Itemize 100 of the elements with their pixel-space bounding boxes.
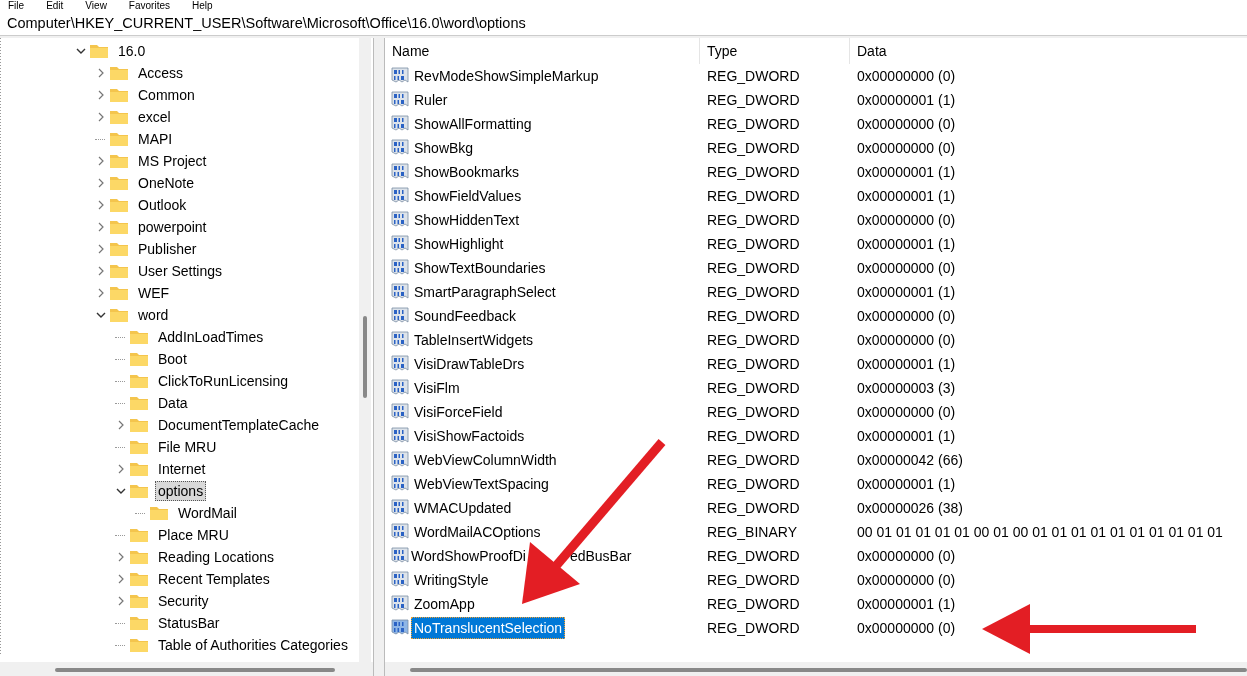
table-cell-text: 0x00000042 (66) (856, 452, 963, 468)
value-name[interactable]: VisiFlm (411, 377, 463, 399)
table-cell-text: 0x00000001 (1) (856, 236, 956, 252)
binary-value-icon (390, 162, 410, 182)
tree-item[interactable]: 16.0 (115, 41, 149, 61)
value-name[interactable]: VisiForceField (411, 401, 506, 423)
table-cell-text: REG_DWORD (706, 548, 801, 564)
folder-icon (109, 65, 129, 81)
value-name[interactable]: TableInsertWidgets (411, 329, 537, 351)
tree-item[interactable]: powerpoint (135, 217, 210, 237)
binary-value-icon (390, 546, 410, 566)
folder-icon (109, 285, 129, 301)
table-cell-text: 0x00000003 (3) (856, 380, 956, 396)
tree-item[interactable]: Common (135, 85, 198, 105)
folder-icon (109, 131, 129, 147)
folder-icon (109, 307, 129, 323)
value-name[interactable]: WordShowProofDi (411, 548, 526, 564)
value-name[interactable]: RevModeShowSimpleMarkup (411, 65, 602, 87)
tree-item[interactable]: MS Project (135, 151, 210, 171)
tree-item[interactable]: Reading Locations (155, 547, 277, 567)
binary-value-icon (390, 498, 410, 518)
value-name[interactable]: ShowHighlight (411, 233, 507, 255)
menu-item[interactable]: File (8, 0, 25, 11)
table-cell-text: 0x00000001 (1) (856, 476, 956, 492)
column-header[interactable]: Data (850, 38, 887, 64)
binary-value-icon (390, 234, 410, 254)
tree-item[interactable]: ClickToRunLicensing (155, 371, 291, 391)
tree-item[interactable]: Boot (155, 349, 190, 369)
tree-item[interactable]: Outlook (135, 195, 190, 215)
tree-item[interactable]: WordMail (175, 503, 240, 523)
table-cell-text: REG_DWORD (706, 476, 801, 492)
binary-value-icon (390, 330, 410, 350)
value-name[interactable]: VisiShowFactoids (411, 425, 528, 447)
tree-item[interactable]: Recent Templates (155, 569, 273, 589)
table-cell-text: 00 01 01 01 01 01 00 01 00 01 01 01 01 01 01 01 01 01 01 (856, 524, 1223, 540)
value-name[interactable]: ZoomApp (411, 593, 478, 615)
value-name[interactable]: WordMailACOptions (411, 521, 544, 543)
value-name[interactable]: ShowAllFormatting (411, 113, 535, 135)
table-cell-text: REG_DWORD (706, 188, 801, 204)
tree-item[interactable]: OneNote (135, 173, 198, 193)
table-cell-text: REG_DWORD (706, 332, 801, 348)
tree-item[interactable]: Publisher (135, 239, 200, 259)
table-cell-text: REG_DWORD (706, 212, 801, 228)
table-cell-text: REG_DWORD (706, 92, 801, 108)
folder-icon (89, 43, 109, 59)
value-name[interactable]: edBusBar (569, 548, 632, 564)
menu-item[interactable]: View (85, 0, 107, 11)
value-name[interactable]: ShowTextBoundaries (411, 257, 549, 279)
binary-value-icon (390, 378, 410, 398)
value-name[interactable]: ShowFieldValues (411, 185, 525, 207)
value-name[interactable]: ShowBkg (411, 137, 477, 159)
tree-item[interactable]: StatusBar (155, 613, 223, 633)
tree-item[interactable]: Internet (155, 459, 209, 479)
value-name[interactable]: WebViewColumnWidth (411, 449, 560, 471)
tree-item[interactable]: Data (155, 393, 191, 413)
binary-value-icon (390, 426, 410, 446)
tree-item[interactable]: WEF (135, 283, 173, 303)
scrollbar-thumb[interactable] (410, 668, 1247, 672)
column-header[interactable]: Name (385, 38, 700, 64)
folder-icon (109, 219, 129, 235)
value-name[interactable]: SmartParagraphSelect (411, 281, 559, 303)
folder-icon (109, 175, 129, 191)
tree-item[interactable]: User Settings (135, 261, 226, 281)
tree-item[interactable]: Place MRU (155, 525, 232, 545)
table-cell-text: 0x00000000 (0) (856, 548, 956, 564)
value-name[interactable]: WritingStyle (411, 569, 492, 591)
value-name[interactable]: ShowHiddenText (411, 209, 523, 231)
folder-icon (129, 395, 149, 411)
menu-item[interactable]: Favorites (128, 0, 170, 11)
tree-item[interactable]: excel (135, 107, 174, 127)
table-cell-text: REG_DWORD (706, 260, 801, 276)
tree-item[interactable]: DocumentTemplateCache (155, 415, 323, 435)
value-name[interactable]: WMACUpdated (411, 497, 515, 519)
binary-value-icon (390, 186, 410, 206)
table-cell-text: 0x00000000 (0) (856, 572, 956, 588)
table-cell-text: 0x00000001 (1) (856, 284, 956, 300)
column-header[interactable]: Type (700, 38, 850, 64)
menu-item[interactable]: Help (192, 0, 213, 11)
scrollbar-thumb[interactable] (55, 668, 335, 672)
value-name[interactable]: VisiDrawTableDrs (411, 353, 528, 375)
value-name[interactable]: ShowBookmarks (411, 161, 523, 183)
tree-item[interactable]: Access (135, 63, 187, 83)
tree-item[interactable]: File MRU (155, 437, 220, 457)
tree-item[interactable]: AddInLoadTimes (155, 327, 267, 347)
binary-value-icon (390, 618, 410, 638)
address-bar[interactable]: Computer\HKEY_CURRENT_USER\Software\Microsoft\Office\16.0\word\options (0, 11, 1247, 36)
tree-item[interactable]: options (155, 481, 207, 501)
value-name[interactable]: SoundFeedback (411, 305, 519, 327)
tree-item[interactable]: MAPI (135, 129, 176, 149)
value-name[interactable]: NoTranslucentSelection (411, 617, 566, 639)
tree-item[interactable]: word (135, 305, 172, 325)
tree-item[interactable]: Security (155, 591, 212, 611)
scrollbar-thumb[interactable] (363, 316, 367, 398)
value-name[interactable]: WebViewTextSpacing (411, 473, 552, 495)
table-cell-text: REG_DWORD (706, 140, 801, 156)
table-cell-text: 0x00000000 (0) (856, 308, 956, 324)
tree-item[interactable]: Table of Authorities Categories (155, 635, 351, 655)
folder-icon (129, 351, 149, 367)
menu-item[interactable]: Edit (46, 0, 64, 11)
value-name[interactable]: Ruler (411, 89, 451, 111)
